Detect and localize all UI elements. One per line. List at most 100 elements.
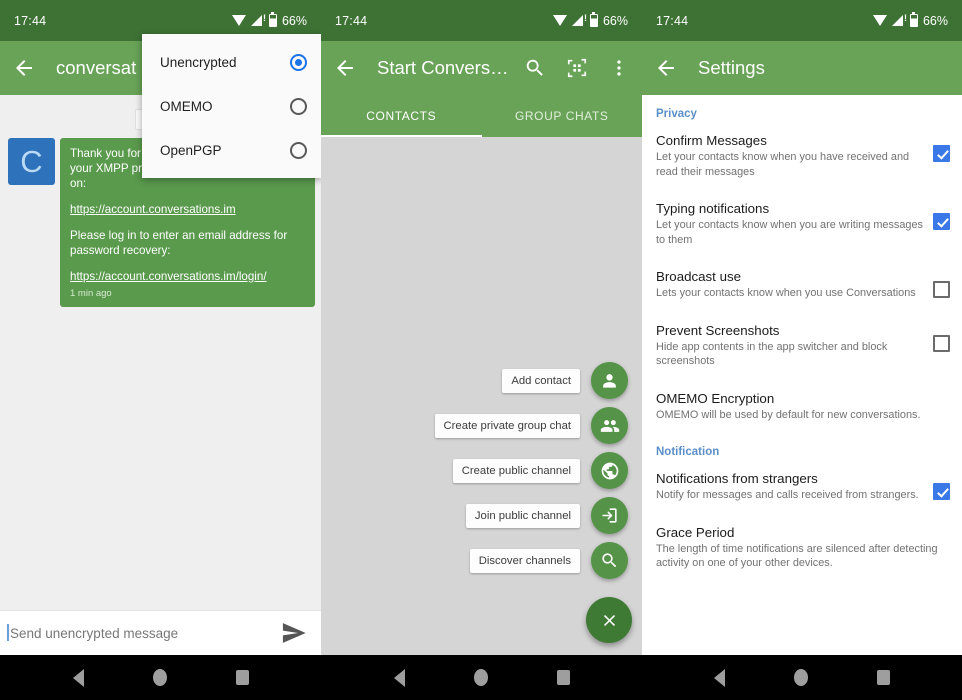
checkbox-confirm-messages[interactable] [933,145,950,162]
checkbox-notifications-from-strangers[interactable] [933,483,950,500]
tab-contacts[interactable]: CONTACTS [321,95,482,137]
menu-item-label: OpenPGP [160,142,222,158]
setting-omemo-encryption[interactable]: OMEMO Encryption OMEMO will be used by d… [642,380,962,434]
setting-title: OMEMO Encryption [656,390,775,406]
message-paragraph-4: https://account.conversations.im/login/ [70,269,305,284]
menu-item-omemo[interactable]: OMEMO [142,84,321,128]
fab-action-add-contact[interactable]: Add contact [502,362,628,399]
encryption-dropdown-menu[interactable]: Unencrypted OMEMO OpenPGP [142,34,321,178]
radio-openpgp[interactable] [290,141,307,159]
system-nav-bar [642,655,962,700]
back-nav-icon[interactable] [72,668,84,687]
setting-prevent-screenshots[interactable]: Prevent Screenshots Hide app contents in… [642,312,962,380]
setting-summary: Let your contacts know when you have rec… [656,151,910,178]
home-nav-icon[interactable] [152,669,167,686]
panel-start-conversation: 17:44 66% Start Convers… [321,0,642,700]
arrow-left-icon[interactable] [12,56,36,80]
login-link[interactable]: https://account.conversations.im/login/ [70,270,267,283]
fab-action-join-public-channel[interactable]: Join public channel [465,497,628,534]
menu-item-label: OMEMO [160,98,213,114]
menu-item-unencrypted[interactable]: Unencrypted [142,40,321,84]
wifi-icon [552,15,567,26]
fab-label: Add contact [502,368,580,393]
status-bar: 17:44 66% [321,0,642,41]
setting-grace-period[interactable]: Grace Period The length of time notifica… [642,514,962,582]
person-icon[interactable] [591,362,628,399]
tab-group-chats[interactable]: GROUP CHATS [482,95,643,137]
section-header-notification: Notification [656,446,720,458]
back-nav-icon[interactable] [393,668,405,687]
fab-label: Create private group chat [434,413,580,438]
battery-percent: 66% [281,13,307,28]
back-nav-icon[interactable] [714,668,726,687]
checkbox-prevent-screenshots[interactable] [933,334,950,352]
status-bar-time: 17:44 [335,13,368,28]
setting-typing-notifications[interactable]: Typing notifications Let your contacts k… [642,190,962,258]
arrow-left-icon[interactable] [654,56,678,80]
message-composer[interactable]: Send unencrypted message [0,610,321,655]
setting-title: Grace Period [656,524,735,540]
message-input[interactable]: Send unencrypted message [6,623,178,641]
page-title: conversat [56,57,137,78]
home-nav-icon[interactable] [793,669,808,686]
fab-label: Discover channels [469,548,580,573]
radio-unencrypted[interactable] [290,53,307,71]
group-icon[interactable] [591,407,628,444]
setting-summary: OMEMO will be used by default for new co… [656,408,921,421]
settings-list[interactable]: Privacy Confirm Messages Let your contac… [642,95,962,655]
arrow-left-icon[interactable] [333,56,357,80]
battery-percent: 66% [602,13,628,28]
radio-omemo[interactable] [290,97,307,115]
recents-nav-icon[interactable] [556,670,570,685]
battery-percent: 66% [922,13,948,28]
recents-nav-icon[interactable] [235,670,249,685]
signal-icon [250,13,266,26]
setting-summary: The length of time notifications are sil… [656,542,938,570]
close-icon[interactable] [586,597,632,643]
setting-title: Prevent Screenshots [656,322,780,338]
status-bar-time: 17:44 [14,13,47,28]
search-icon[interactable] [591,542,628,579]
setting-title: Broadcast use [656,269,742,284]
fab-label: Create public channel [452,458,580,483]
qr-code-icon[interactable] [566,57,588,79]
globe-icon[interactable] [591,452,628,489]
status-bar: 17:44 66% [642,0,962,41]
status-bar-time: 17:44 [656,13,689,28]
setting-title: Confirm Messages [656,133,767,148]
fab-action-create-private-group-chat[interactable]: Create private group chat [434,407,628,444]
recents-nav-icon[interactable] [876,670,890,685]
search-icon[interactable] [524,57,546,79]
system-nav-bar [321,655,642,700]
setting-confirm-messages[interactable]: Confirm Messages Let your contacts know … [642,122,962,190]
tab-label: GROUP CHATS [514,109,609,123]
setting-title: Typing notifications [656,201,770,216]
send-icon[interactable] [279,619,309,647]
home-nav-icon[interactable] [473,669,488,686]
setting-title: Notifications from strangers [656,471,818,486]
wifi-icon [872,15,887,26]
checkbox-broadcast-use[interactable] [933,281,950,298]
setting-summary: Lets your contacts know when you use Con… [656,287,916,299]
login-arrow-icon[interactable] [591,497,628,534]
fab-action-create-public-channel[interactable]: Create public channel [452,452,628,489]
setting-summary: Hide app contents in the app switcher an… [656,340,888,368]
app-bar-settings: Settings [642,41,962,95]
setting-summary: Notify for messages and calls received f… [656,489,919,501]
menu-item-openpgp[interactable]: OpenPGP [142,128,321,172]
battery-icon [589,11,598,27]
menu-item-label: Unencrypted [160,54,237,70]
fab-action-discover-channels[interactable]: Discover channels [469,542,628,579]
tab-bar: CONTACTS GROUP CHATS [321,95,642,137]
setting-broadcast-use[interactable]: Broadcast use Lets your contacts know wh… [642,258,962,312]
message-paragraph-2: https://account.conversations.im [70,202,305,217]
overflow-menu-icon[interactable] [608,57,630,79]
account-link[interactable]: https://account.conversations.im [70,203,236,216]
setting-notifications-from-strangers[interactable]: Notifications from strangers Notify for … [642,460,962,514]
message-timestamp: 1 min ago [70,288,112,299]
message-paragraph-3: Please log in to enter an email address … [70,229,288,257]
checkbox-typing-notifications[interactable] [933,213,950,230]
setting-summary: Let your contacts know when you are writ… [656,219,923,246]
wifi-icon [231,15,246,26]
fab-speed-dial: Add contact Create private group chat Cr… [434,362,632,643]
